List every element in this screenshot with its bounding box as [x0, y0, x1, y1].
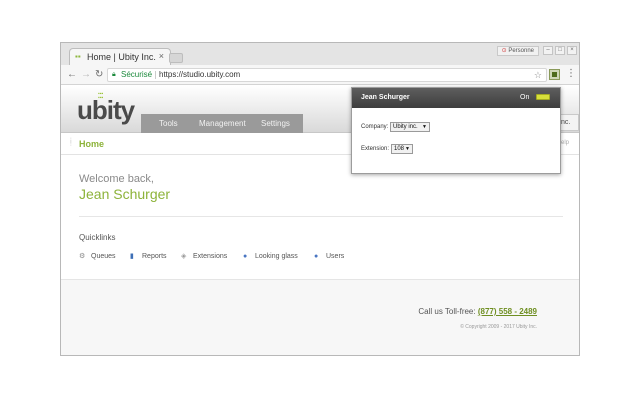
back-icon[interactable]: ← [67, 69, 77, 80]
profile-button[interactable]: ⊙ Personne [496, 46, 539, 56]
main-menu: Tools Management Settings [141, 114, 303, 133]
bookmark-star-icon[interactable]: ☆ [534, 69, 542, 81]
bar-chart-icon: ▮ [130, 253, 134, 260]
site-footer: Call us Toll-free: (877) 558 - 2489 © Co… [61, 279, 579, 355]
popup-status-label: On [520, 94, 530, 101]
new-tab-button[interactable] [169, 53, 183, 63]
forward-icon[interactable]: → [81, 69, 91, 80]
chevron-down-icon: ▼ [422, 124, 427, 130]
ubity-extension-icon[interactable] [549, 69, 560, 80]
cube-icon: ◈ [181, 253, 187, 260]
quicklink-label: Queues [91, 253, 116, 260]
quicklink-queues[interactable]: ⚙ Queues [79, 252, 116, 262]
secure-label: Sécurisé [121, 70, 153, 79]
extension-select[interactable]: 108 ▼ [391, 144, 413, 154]
menu-settings[interactable]: Settings [261, 119, 290, 128]
user-icon: ● [314, 253, 319, 260]
home-link[interactable]: Home [79, 139, 104, 149]
quicklink-label: Looking glass [255, 253, 298, 260]
popup-user-name: Jean Schurger [361, 94, 410, 101]
user-name: Jean Schurger [79, 186, 171, 202]
url-text[interactable]: https://studio.ubity.com [159, 69, 240, 81]
browser-toolbar: ← → ↻ 🔒︎ Sécurisé https://studio.ubity.c… [61, 65, 579, 85]
phone-link[interactable]: (877) 558 - 2489 [478, 307, 537, 316]
window-close-icon[interactable]: × [567, 46, 577, 55]
tab-close-icon[interactable]: × [159, 51, 164, 61]
extension-value: 108 [394, 146, 405, 152]
browser-menu-icon[interactable]: ⋮ [566, 68, 576, 79]
title-bar: ▪▪▪▪ Home | Ubity Inc. × ⊙ Personne – □ … [61, 43, 579, 71]
help-link[interactable]: elp [561, 140, 569, 146]
extension-label: Extension: [361, 146, 390, 152]
minimize-icon[interactable]: – [543, 46, 553, 55]
quicklink-label: Extensions [193, 253, 228, 260]
grip-icon: ⋮ ⋮ [68, 138, 74, 147]
section-divider [79, 216, 563, 217]
user-search-icon: ● [243, 253, 248, 260]
popup-header: Jean Schurger On [352, 88, 560, 108]
quicklink-users[interactable]: ● Users [314, 252, 344, 262]
quicklink-reports[interactable]: ▮ Reports [130, 252, 167, 262]
quicklink-label: Reports [142, 253, 167, 260]
status-toggle[interactable] [536, 94, 550, 100]
company-label: Company: [361, 124, 389, 130]
site-logo[interactable]: ubity [77, 95, 135, 126]
tab-title: Home | Ubity Inc. [87, 52, 156, 62]
quicklinks-title: Quicklinks [79, 233, 116, 242]
profile-icon: ⊙ [501, 48, 507, 54]
welcome-text: Welcome back, [79, 173, 154, 185]
gear-icon: ⚙ [79, 253, 86, 260]
company-value: Ubity inc. [393, 124, 418, 130]
toll-free-line: Call us Toll-free: (877) 558 - 2489 [418, 307, 537, 316]
company-select[interactable]: Ubity inc. ▼ [390, 122, 430, 132]
quicklink-extensions[interactable]: ◈ Extensions [181, 252, 227, 262]
reload-icon[interactable]: ↻ [95, 69, 103, 80]
lock-icon: 🔒︎ [112, 71, 116, 78]
copyright-text: © Copyright 2009 - 2017 Ubity Inc. [460, 324, 537, 330]
profile-label: Personne [508, 48, 534, 54]
maximize-icon[interactable]: □ [555, 46, 565, 55]
chevron-down-icon: ▼ [405, 146, 410, 152]
browser-tab[interactable]: ▪▪▪▪ Home | Ubity Inc. × [69, 48, 171, 71]
address-separator [155, 71, 156, 79]
menu-tools[interactable]: Tools [159, 119, 178, 128]
quicklink-looking-glass[interactable]: ● Looking glass [243, 252, 298, 262]
toll-free-label: Call us Toll-free: [418, 307, 476, 316]
address-bar[interactable]: 🔒︎ Sécurisé https://studio.ubity.com ☆ [107, 68, 547, 82]
extension-popup: Jean Schurger On Company: Ubity inc. ▼ E… [351, 87, 561, 174]
menu-management[interactable]: Management [199, 119, 246, 128]
quicklink-label: Users [326, 253, 345, 260]
